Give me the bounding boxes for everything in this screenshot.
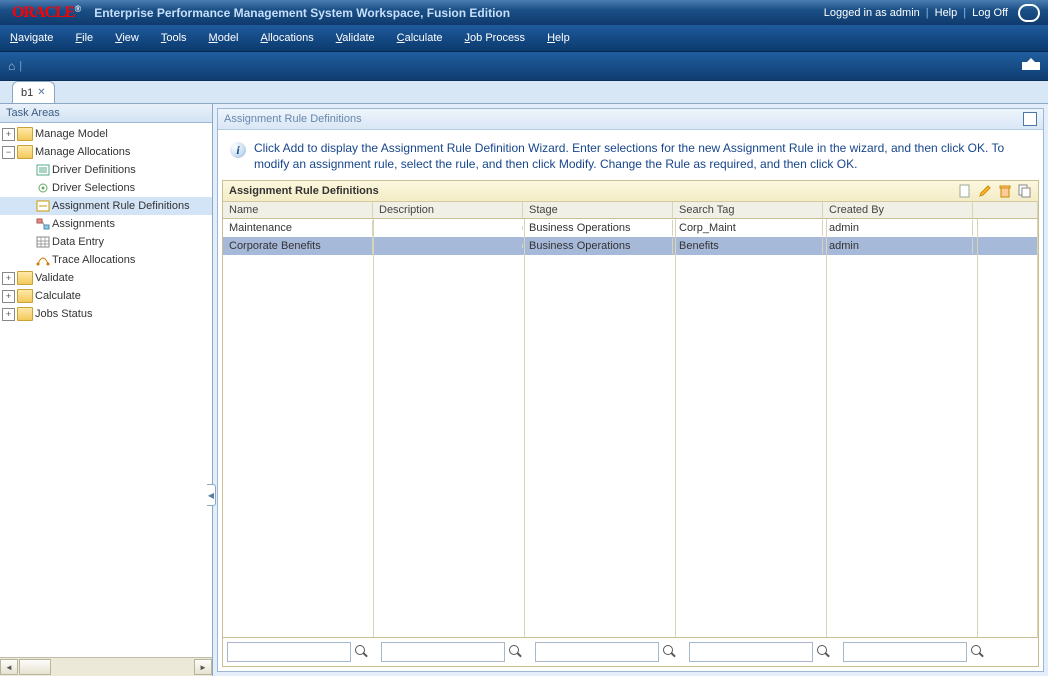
search-icon[interactable] <box>817 645 831 659</box>
close-icon[interactable]: ✕ <box>37 87 45 98</box>
tree-node-driver-definitions[interactable]: Driver Definitions <box>0 161 212 179</box>
col-description[interactable]: Description <box>373 202 523 218</box>
folder-icon <box>17 307 33 321</box>
collapse-icon[interactable]: − <box>2 146 15 159</box>
info-icon: i <box>230 142 246 158</box>
delete-button[interactable] <box>998 184 1012 198</box>
table-title-bar: Assignment Rule Definitions <box>223 181 1038 202</box>
tree-node-data-entry[interactable]: Data Entry <box>0 233 212 251</box>
help-link[interactable]: Help <box>935 7 958 19</box>
menu-navigate[interactable]: Navigate <box>10 32 53 44</box>
app-title: Enterprise Performance Management System… <box>94 6 510 20</box>
table-row[interactable]: Maintenance Business Operations Corp_Mai… <box>223 219 1038 237</box>
info-text: Click Add to display the Assignment Rule… <box>254 140 1031 172</box>
folder-icon <box>17 145 33 159</box>
tree-node-trace-allocations[interactable]: Trace Allocations <box>0 251 212 269</box>
tree-node-jobs-status[interactable]: + Jobs Status <box>0 305 212 323</box>
app-header: ORACLE® Enterprise Performance Managemen… <box>0 0 1048 25</box>
table-row[interactable]: Corporate Benefits Business Operations B… <box>223 237 1038 255</box>
task-tree: + Manage Model − Manage Allocations Driv… <box>0 123 212 657</box>
collapse-toggle-icon[interactable] <box>1022 62 1040 70</box>
document-tabs: b1 ✕ <box>0 81 1048 104</box>
menu-validate[interactable]: Validate <box>336 32 375 44</box>
sidebar-title: Task Areas <box>0 104 212 123</box>
menubar: Navigate File View Tools Model Allocatio… <box>0 25 1048 52</box>
sidebar-scrollbar[interactable]: ◄ ► <box>0 657 212 676</box>
tab-b1[interactable]: b1 ✕ <box>12 81 55 103</box>
driver-icon <box>36 164 50 176</box>
add-button[interactable] <box>958 184 972 198</box>
col-search-tag[interactable]: Search Tag <box>673 202 823 218</box>
expand-icon[interactable]: + <box>2 308 15 321</box>
tree-node-manage-model[interactable]: + Manage Model <box>0 125 212 143</box>
copy-button[interactable] <box>1018 184 1032 198</box>
login-status: Logged in as admin <box>824 7 920 19</box>
table-body: Maintenance Business Operations Corp_Mai… <box>223 219 1038 637</box>
oracle-logo: ORACLE® <box>8 3 84 23</box>
search-icon[interactable] <box>663 645 677 659</box>
col-name[interactable]: Name <box>223 202 373 218</box>
menu-calculate[interactable]: Calculate <box>397 32 443 44</box>
scroll-left-icon[interactable]: ◄ <box>0 659 18 675</box>
expand-icon[interactable]: + <box>2 290 15 303</box>
search-icon[interactable] <box>971 645 985 659</box>
col-spacer <box>973 202 1038 218</box>
info-message: i Click Add to display the Assignment Ru… <box>218 130 1043 180</box>
scroll-thumb[interactable] <box>19 659 51 675</box>
tree-node-driver-selections[interactable]: Driver Selections <box>0 179 212 197</box>
home-icon[interactable]: ⌂ <box>8 59 15 73</box>
col-created-by[interactable]: Created By <box>823 202 973 218</box>
menu-allocations[interactable]: Allocations <box>261 32 314 44</box>
logoff-link[interactable]: Log Off <box>972 7 1008 19</box>
panel-title: Assignment Rule Definitions <box>224 113 362 125</box>
edit-button[interactable] <box>978 184 992 198</box>
tree-node-calculate[interactable]: + Calculate <box>0 287 212 305</box>
scroll-right-icon[interactable]: ► <box>194 659 212 675</box>
filter-stage-input[interactable] <box>535 642 659 662</box>
rules-table: Assignment Rule Definitions Name Descrip… <box>222 180 1039 667</box>
col-stage[interactable]: Stage <box>523 202 673 218</box>
menu-view[interactable]: View <box>115 32 139 44</box>
filter-row <box>223 637 1038 666</box>
folder-icon <box>17 271 33 285</box>
table-header-row: Name Description Stage Search Tag Create… <box>223 202 1038 219</box>
sidebar: Task Areas + Manage Model − Manage Alloc… <box>0 104 213 676</box>
brand-oval-icon <box>1018 4 1040 22</box>
panel-header: Assignment Rule Definitions <box>218 109 1043 130</box>
expand-icon[interactable]: + <box>2 128 15 141</box>
search-icon[interactable] <box>509 645 523 659</box>
filter-name-input[interactable] <box>227 642 351 662</box>
selection-icon <box>36 182 50 194</box>
header-actions: Logged in as admin | Help | Log Off <box>824 4 1040 22</box>
menu-help[interactable]: Help <box>547 32 570 44</box>
tree-node-manage-allocations[interactable]: − Manage Allocations <box>0 143 212 161</box>
toolbar-strip: ⌂ | <box>0 52 1048 81</box>
filter-search-tag-input[interactable] <box>689 642 813 662</box>
splitter-handle[interactable]: ◀ <box>207 484 216 506</box>
folder-icon <box>17 127 33 141</box>
search-icon[interactable] <box>355 645 369 659</box>
table-title: Assignment Rule Definitions <box>229 185 379 197</box>
menu-tools[interactable]: Tools <box>161 32 187 44</box>
tree-node-assignment-rule-definitions[interactable]: Assignment Rule Definitions <box>0 197 212 215</box>
trace-icon <box>36 254 50 266</box>
main-panel-area: Assignment Rule Definitions i Click Add … <box>213 104 1048 676</box>
grid-icon <box>36 236 50 248</box>
menu-job-process[interactable]: Job Process <box>465 32 526 44</box>
folder-icon <box>17 289 33 303</box>
crumb-separator: | <box>19 60 22 72</box>
filter-created-by-input[interactable] <box>843 642 967 662</box>
menu-model[interactable]: Model <box>209 32 239 44</box>
assignment-rule-panel: Assignment Rule Definitions i Click Add … <box>217 108 1044 672</box>
filter-description-input[interactable] <box>381 642 505 662</box>
menu-file[interactable]: File <box>75 32 93 44</box>
tab-label: b1 <box>21 87 33 99</box>
tree-node-validate[interactable]: + Validate <box>0 269 212 287</box>
expand-icon[interactable]: + <box>2 272 15 285</box>
maximize-icon[interactable] <box>1023 112 1037 126</box>
rule-icon <box>36 200 50 212</box>
tree-node-assignments[interactable]: Assignments <box>0 215 212 233</box>
assignments-icon <box>36 218 50 230</box>
